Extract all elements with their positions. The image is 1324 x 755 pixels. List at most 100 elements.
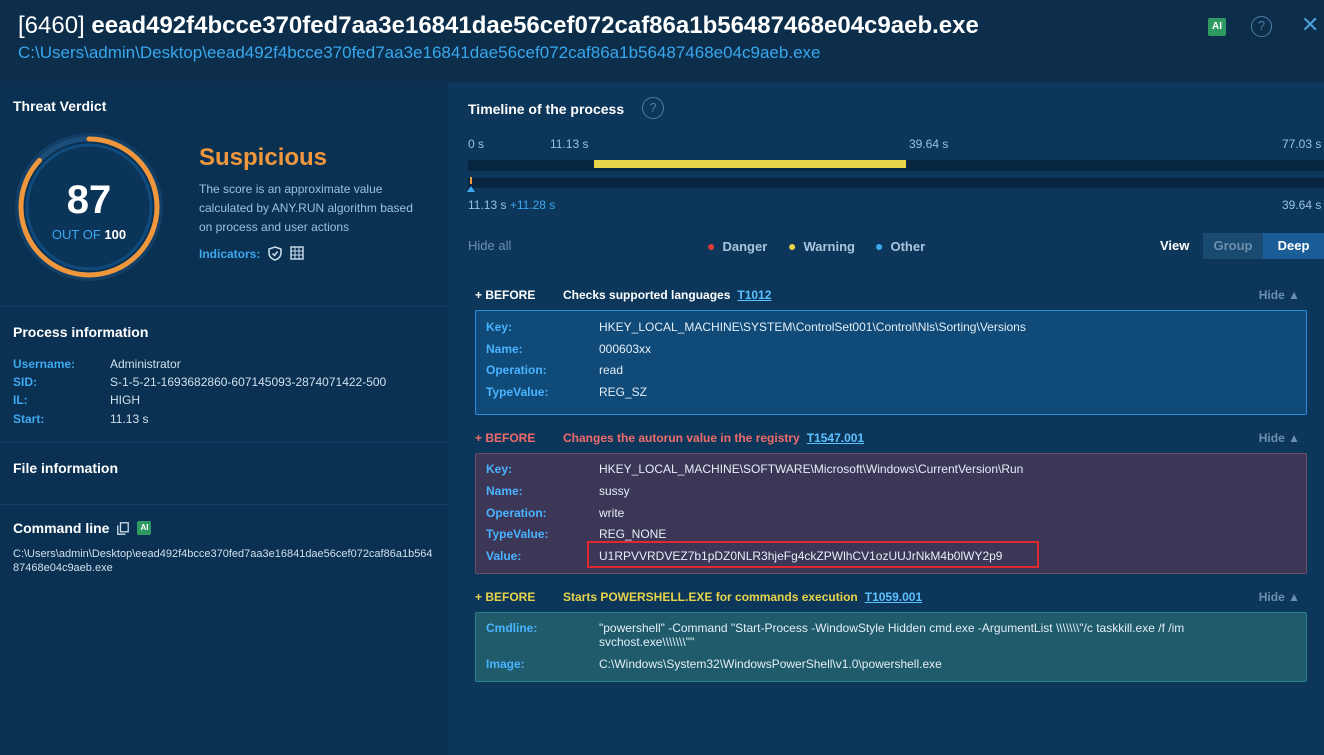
chevron-up-icon: ▲ [1288, 590, 1300, 604]
event-key: Operation: [486, 506, 547, 520]
timeline-minimap[interactable] [468, 178, 1324, 188]
help-icon[interactable]: ? [642, 97, 664, 119]
event-row: TypeValue: REG_SZ [486, 385, 647, 399]
divider [0, 306, 448, 307]
event-key: Image: [486, 657, 525, 671]
score-value: 87 [66, 178, 112, 222]
event-row: Image: C:\Windows\System32\WindowsPowerSh… [486, 657, 942, 671]
view-label: View [1160, 238, 1190, 253]
command-line-label: Command line [13, 520, 110, 536]
info-key: IL: [13, 393, 28, 407]
danger-dot-icon: ● [707, 238, 716, 254]
hide-all-button[interactable]: Hide all [468, 238, 511, 253]
process-title: [6460] eead492f4bcce370fed7aa3e16841dae5… [18, 12, 979, 40]
timeline-tick: 0 s [468, 137, 485, 151]
event-value: HKEY_LOCAL_MACHINE\SOFTWARE\Microsoft\Wi… [599, 462, 1024, 476]
ai-icon[interactable]: AI [137, 521, 152, 535]
event-key: TypeValue: [486, 527, 549, 541]
event-description: Starts POWERSHELL.EXE for commands execu… [563, 590, 858, 604]
event-value: 000603xx [599, 342, 652, 356]
event-key: Cmdline: [486, 621, 538, 635]
legend-label: Danger [722, 238, 768, 254]
event-detail-box: Cmdline: "powershell" -Command "Start-Pr… [475, 612, 1307, 682]
timeline-tick: 11.13 s [550, 137, 589, 151]
event-description: Checks supported languages [563, 288, 731, 302]
command-line-title: Command line AI [13, 520, 152, 536]
file-info-title[interactable]: File information [13, 460, 118, 476]
event-key: Key: [486, 462, 513, 476]
threat-verdict-title: Threat Verdict [13, 98, 107, 114]
event-row: TypeValue: REG_NONE [486, 527, 666, 541]
process-lifetime-bar[interactable] [593, 160, 907, 168]
event-key: Name: [486, 484, 523, 498]
event-description: Changes the autorun value in the registr… [563, 431, 800, 445]
event-row: Cmdline: "powershell" -Command "Start-Pr… [486, 621, 1184, 649]
technique-link[interactable]: T1547.001 [807, 431, 864, 445]
info-value: S-1-5-21-1693682860-607145093-2874071422… [110, 375, 387, 389]
hide-event-button[interactable]: Hide ▲ [1259, 288, 1300, 302]
event-row: Name: 000603xx [486, 342, 651, 356]
process-path[interactable]: C:\Users\admin\Desktop\eead492f4bcce370f… [18, 43, 820, 63]
event-row: Operation: read [486, 363, 623, 377]
event-value: C:\Windows\System32\WindowsPowerShell\v1… [599, 657, 942, 671]
help-icon[interactable]: ? [1251, 16, 1272, 37]
event-row: Name: sussy [486, 484, 630, 498]
verdict-label: Suspicious [199, 144, 328, 171]
copy-icon[interactable] [117, 521, 130, 535]
timeline-range-start: 11.13 s +11.28 s [468, 198, 555, 212]
event-key: Value: [486, 549, 522, 563]
info-row-sid: SID: S-1-5-21-1693682860-607145093-28740… [13, 375, 386, 389]
view-deep-button[interactable]: Deep [1263, 233, 1324, 259]
event-header[interactable]: + BEFORE Changes the autorun value in th… [475, 431, 1306, 445]
event-value: read [599, 363, 624, 377]
timeline-tick: 39.64 s [909, 137, 949, 151]
timeline-tick: 77.03 s [1282, 137, 1322, 151]
event-header[interactable]: + BEFORE Starts POWERSHELL.EXE for comma… [475, 590, 1306, 604]
info-key: SID: [13, 375, 37, 389]
verdict-description: The score is an approximate value calcul… [199, 182, 413, 234]
out-of-value: 100 [104, 227, 127, 242]
legend-other[interactable]: ● Other [875, 238, 925, 254]
hide-event-button[interactable]: Hide ▲ [1259, 431, 1300, 445]
cmdline-line-2: svchost.exe\\\\\\\"" [599, 635, 695, 649]
indicators: Indicators: [199, 246, 305, 261]
technique-link[interactable]: T1012 [737, 288, 771, 302]
chevron-up-icon: ▲ [1288, 288, 1300, 302]
ai-icon[interactable]: AI [1208, 18, 1226, 36]
network-icon[interactable] [290, 246, 305, 261]
value-highlight-box [587, 541, 1039, 568]
technique-link[interactable]: T1059.001 [865, 590, 922, 604]
event-value: sussy [599, 484, 630, 498]
shield-icon[interactable] [268, 246, 283, 261]
info-row-username: Username: Administrator [13, 357, 181, 371]
view-group-button[interactable]: Group [1203, 233, 1263, 259]
event-key: Operation: [486, 363, 547, 377]
timeline-track[interactable] [468, 160, 1324, 171]
range-end-value: 39.64 s [1282, 198, 1322, 212]
legend-warning[interactable]: ● Warning [788, 238, 855, 254]
process-info-title: Process information [13, 324, 149, 340]
event-header[interactable]: + BEFORE Checks supported languages T101… [475, 288, 1306, 302]
event-before: + BEFORE [475, 288, 536, 302]
range-start-value: 11.13 s [468, 198, 507, 212]
hide-label: Hide [1258, 590, 1285, 604]
event-value: REG_SZ [599, 385, 648, 399]
event-key: Name: [486, 342, 523, 356]
legend-danger[interactable]: ● Danger [707, 238, 767, 254]
info-key: Username: [13, 357, 76, 371]
event-detail-box: Key: HKEY_LOCAL_MACHINE\SYSTEM\ControlSet… [475, 310, 1307, 415]
process-filename: eead492f4bcce370fed7aa3e16841dae56cef072… [91, 12, 979, 39]
info-value: Administrator [110, 357, 181, 371]
info-row-start: Start: 11.13 s [13, 412, 148, 426]
cmdline-line-1: "powershell" -Command "Start-Process -Wi… [599, 621, 1185, 635]
event-value: HKEY_LOCAL_MACHINE\SYSTEM\ControlSet001\… [599, 320, 1026, 334]
legend-label: Other [890, 238, 926, 254]
event-key: TypeValue: [486, 385, 549, 399]
event-row: Key: HKEY_LOCAL_MACHINE\SYSTEM\ControlSet… [486, 320, 1026, 334]
hide-event-button[interactable]: Hide ▲ [1259, 590, 1300, 604]
close-icon[interactable]: ✕ [1301, 12, 1319, 38]
timeline-cursor-icon[interactable] [467, 186, 475, 192]
indicators-label: Indicators: [199, 246, 261, 261]
event-before: + BEFORE [475, 590, 536, 604]
timeline-marker [470, 177, 472, 184]
